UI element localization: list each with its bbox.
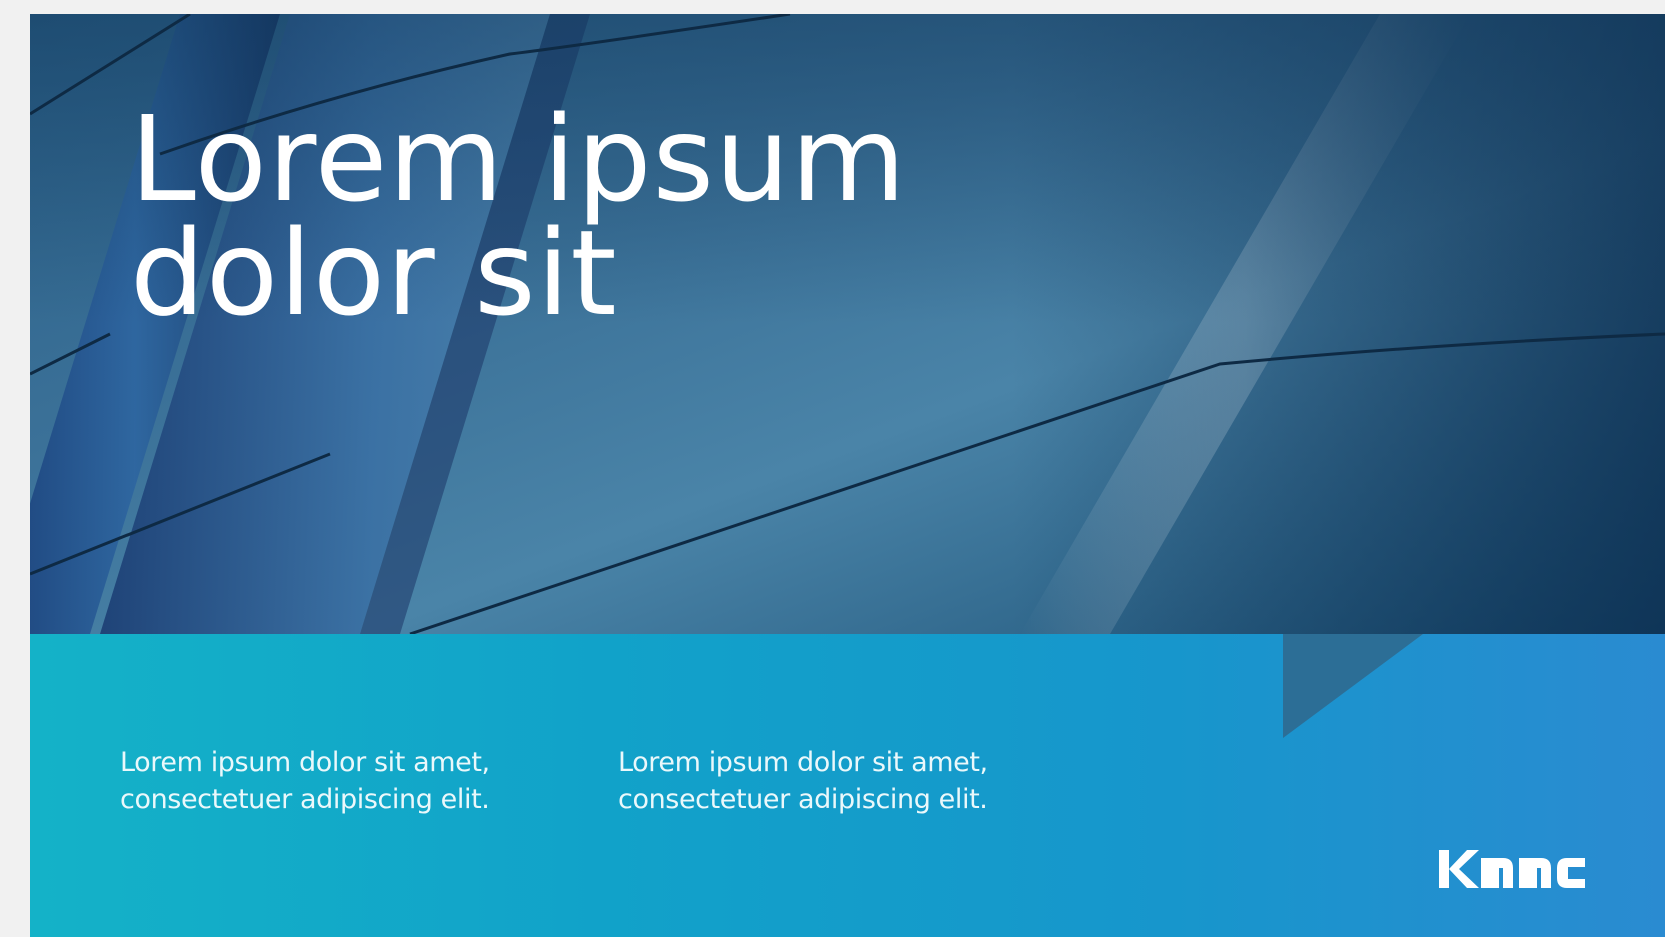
text-column-1-line-2: consectetuer adipiscing elit. [120,784,490,815]
hero-image: Lorem ipsum dolor sit [30,14,1665,634]
corner-notch-graphic [1283,634,1423,738]
title-line-2: dolor sit [130,204,618,342]
text-column-2-line-1: Lorem ipsum dolor sit amet, [618,747,988,778]
document-page: Lorem ipsum dolor sit Lorem ipsum dolor … [30,14,1665,937]
kmmc-logo [1439,850,1585,888]
text-column-1-line-1: Lorem ipsum dolor sit amet, [120,747,490,778]
text-column-2: Lorem ipsum dolor sit amet, consectetuer… [618,744,988,818]
text-column-2-line-2: consectetuer adipiscing elit. [618,784,988,815]
title-line-1: Lorem ipsum [130,90,907,228]
text-column-1: Lorem ipsum dolor sit amet, consectetuer… [120,744,490,818]
page-title: Lorem ipsum dolor sit [130,90,907,342]
